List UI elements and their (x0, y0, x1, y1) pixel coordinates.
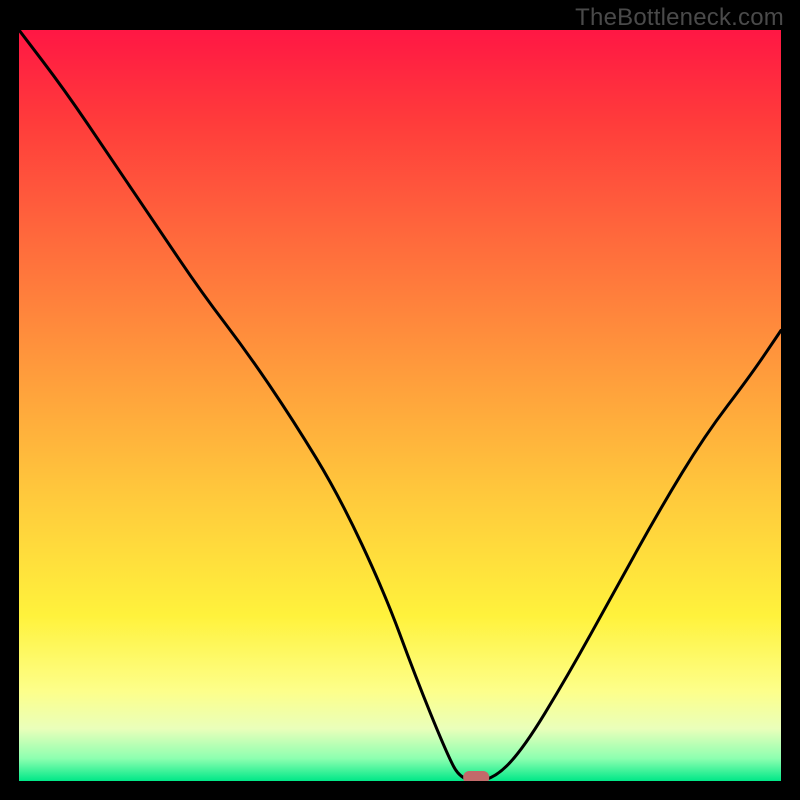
chart-frame: TheBottleneck.com (0, 0, 800, 800)
watermark-text: TheBottleneck.com (575, 4, 784, 32)
chart-plot-area (19, 30, 781, 781)
chart-background (19, 30, 781, 781)
minimum-marker (463, 771, 489, 781)
chart-svg (19, 30, 781, 781)
